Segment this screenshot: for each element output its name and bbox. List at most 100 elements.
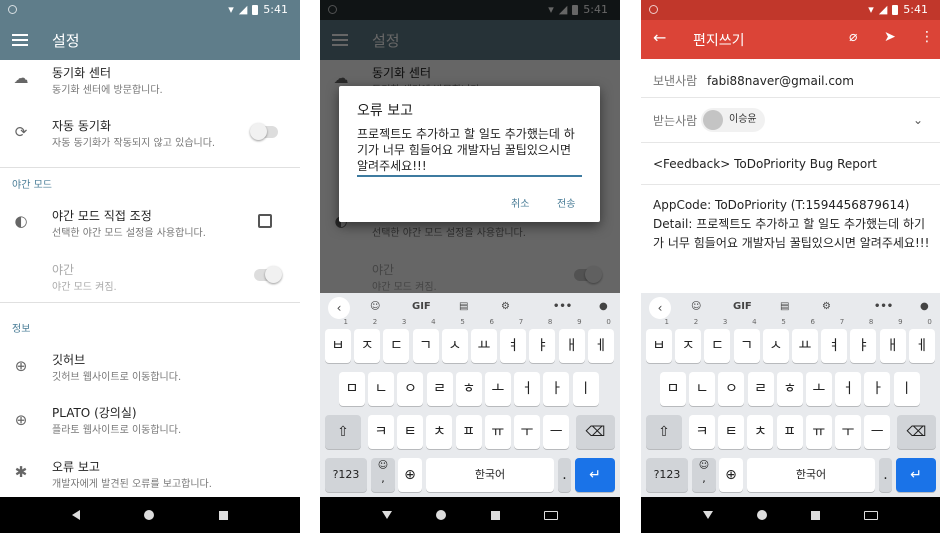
key[interactable]: ㅜ <box>514 415 540 449</box>
hide-keyboard-icon[interactable] <box>703 511 713 519</box>
key[interactable]: ㅎ <box>776 372 803 406</box>
key[interactable]: ㅍ <box>776 415 803 449</box>
language-key[interactable]: ⊕ <box>398 458 422 492</box>
key[interactable]: ㅑ8 <box>529 318 556 363</box>
key[interactable]: ㅂ1 <box>646 318 672 363</box>
key[interactable]: ㅓ <box>514 372 541 406</box>
key[interactable]: ㅐ9 <box>879 318 906 363</box>
key[interactable]: ㅈ2 <box>675 318 702 363</box>
back-icon[interactable] <box>72 510 81 520</box>
key[interactable]: ㅔ0 <box>908 318 935 363</box>
gear-icon[interactable]: ⚙ <box>822 301 831 312</box>
key[interactable]: ㅎ <box>455 372 482 406</box>
menu-icon[interactable] <box>12 34 28 46</box>
chevron-down-icon[interactable]: ⌄ <box>913 113 923 127</box>
key[interactable]: ㅛ6 <box>471 318 497 363</box>
key[interactable]: ㅇ <box>718 372 745 406</box>
gear-icon[interactable]: ⚙ <box>501 301 510 312</box>
key[interactable]: ㅋ <box>368 415 394 449</box>
keyboard-switch-icon[interactable] <box>543 510 558 520</box>
body-field[interactable]: AppCode: ToDoPriority (T:1594456879614) … <box>653 196 933 253</box>
back-arrow-icon[interactable]: ← <box>653 28 666 47</box>
home-icon[interactable] <box>144 510 155 520</box>
key[interactable]: ㅐ9 <box>558 318 585 363</box>
key[interactable]: ㅈ2 <box>354 318 381 363</box>
space-key[interactable]: 한국어 <box>747 458 875 492</box>
backspace-key[interactable]: ⌫ <box>897 415 936 449</box>
key[interactable]: ㅋ <box>689 415 715 449</box>
key[interactable]: ㄷ3 <box>704 318 731 363</box>
key[interactable]: ㅅ5 <box>441 318 468 363</box>
mic-icon[interactable]: ● <box>920 301 929 312</box>
more-icon[interactable]: ••• <box>874 301 893 312</box>
key[interactable]: ㄷ3 <box>383 318 410 363</box>
key[interactable]: ㅛ6 <box>792 318 818 363</box>
sticker-icon[interactable]: ☺ <box>370 301 380 312</box>
key[interactable]: ㅇ <box>397 372 424 406</box>
period-key[interactable]: . <box>558 458 571 492</box>
key[interactable]: ㅠ <box>484 415 511 449</box>
recents-icon[interactable] <box>490 510 500 520</box>
enter-key[interactable]: ↵ <box>575 458 615 492</box>
key[interactable]: ㄱ4 <box>733 318 760 363</box>
mic-icon[interactable]: ● <box>599 301 608 312</box>
dialog-input[interactable]: 프로젝트도 추가하고 할 일도 추가했는데 하기가 너무 힘들어요 개발자님 꿀… <box>357 126 585 174</box>
keyboard-switch-icon[interactable] <box>864 510 878 520</box>
setting-auto-sync[interactable]: ⟳ 자동 동기화 자동 동기화가 작동되지 않고 있습니다. <box>0 112 300 156</box>
key[interactable]: ㅓ <box>835 372 862 406</box>
shift-key[interactable]: ⇧ <box>325 415 361 449</box>
key[interactable]: ㅌ <box>397 415 424 449</box>
subject-field[interactable]: <Feedback> ToDoPriority Bug Report <box>653 157 877 171</box>
key[interactable]: ㄱ4 <box>412 318 439 363</box>
emoji-comma-key[interactable]: ☺, <box>371 458 395 492</box>
key[interactable]: ㅕ7 <box>500 318 527 363</box>
key[interactable]: ㄹ <box>426 372 453 406</box>
send-icon[interactable]: ➤ <box>884 29 896 45</box>
key[interactable]: ㅏ <box>543 372 570 406</box>
key[interactable]: ㅌ <box>718 415 745 449</box>
key[interactable]: ㄴ <box>368 372 395 406</box>
enter-key[interactable]: ↵ <box>896 458 936 492</box>
language-key[interactable]: ⊕ <box>719 458 743 492</box>
key[interactable]: ㅡ <box>543 415 570 449</box>
emoji-comma-key[interactable]: ☺, <box>692 458 716 492</box>
setting-bug-report[interactable]: ✱ 오류 보고 개발자에게 발견된 오류를 보고합니다. <box>0 456 300 496</box>
gif-button[interactable]: GIF <box>733 301 752 312</box>
symbols-key[interactable]: ?123 <box>646 458 688 492</box>
setting-night-manual[interactable]: ◐ 야간 모드 직접 조정 선택한 야간 모드 설정을 사용합니다. <box>0 202 300 242</box>
key[interactable]: ㅁ <box>339 372 365 406</box>
key[interactable]: ㅡ <box>864 415 891 449</box>
key[interactable]: ㅅ5 <box>762 318 789 363</box>
chevron-left-icon[interactable]: ‹ <box>649 297 671 319</box>
key[interactable]: ㅣ <box>893 372 920 406</box>
from-address[interactable]: fabi88naver@gmail.com <box>707 74 854 88</box>
key[interactable]: ㅣ <box>572 372 599 406</box>
symbols-key[interactable]: ?123 <box>325 458 367 492</box>
recents-icon[interactable] <box>218 510 228 520</box>
recipient-chip[interactable]: 이승윤 <box>701 108 765 132</box>
backspace-key[interactable]: ⌫ <box>576 415 615 449</box>
key[interactable]: ㅜ <box>835 415 861 449</box>
key[interactable]: ㅑ8 <box>850 318 877 363</box>
auto-sync-toggle[interactable] <box>250 123 278 140</box>
chevron-left-icon[interactable]: ‹ <box>328 297 350 319</box>
recents-icon[interactable] <box>811 510 820 520</box>
key[interactable]: ㅔ0 <box>587 318 614 363</box>
key[interactable]: ㅕ7 <box>821 318 848 363</box>
space-key[interactable]: 한국어 <box>426 458 554 492</box>
key[interactable]: ㅊ <box>426 415 453 449</box>
cancel-button[interactable]: 취소 <box>511 195 529 210</box>
key[interactable]: ㄴ <box>689 372 716 406</box>
more-vert-icon[interactable]: ⋮ <box>920 29 934 45</box>
clipboard-icon[interactable]: ▤ <box>780 301 789 312</box>
key[interactable]: ㅠ <box>805 415 832 449</box>
setting-sync-center[interactable]: ☁ 동기화 센터 동기화 센터에 방문합니다. <box>0 60 300 100</box>
key[interactable]: ㅗ <box>806 372 832 406</box>
key[interactable]: ㅊ <box>747 415 774 449</box>
setting-github[interactable]: ⊕ 깃허브 깃허브 웹사이트로 이동합니다. <box>0 348 300 388</box>
period-key[interactable]: . <box>879 458 892 492</box>
home-icon[interactable] <box>436 510 447 520</box>
gif-button[interactable]: GIF <box>412 301 431 312</box>
clipboard-icon[interactable]: ▤ <box>459 301 468 312</box>
shift-key[interactable]: ⇧ <box>646 415 682 449</box>
